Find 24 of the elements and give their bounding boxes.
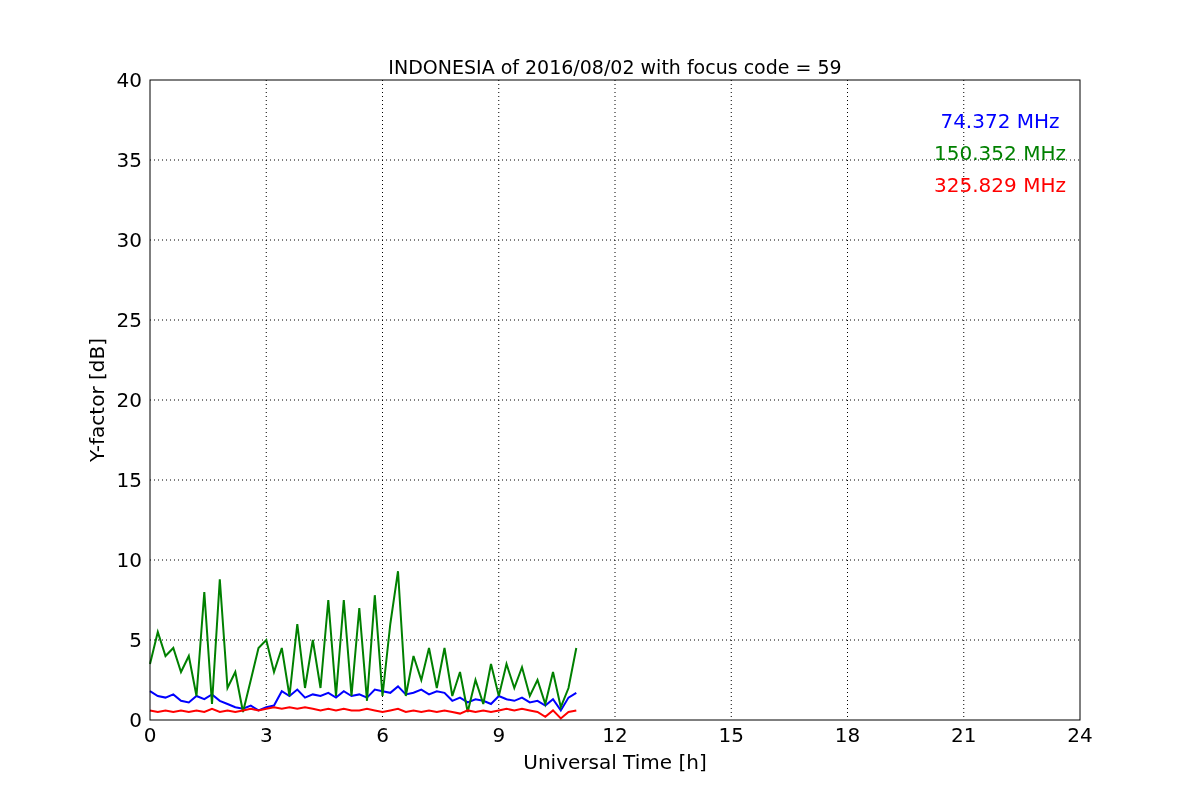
y-tick-label: 25	[116, 308, 142, 332]
y-tick-label: 30	[116, 228, 142, 252]
x-tick-label: 12	[602, 723, 628, 747]
x-tick-label: 9	[492, 723, 506, 747]
legend-label: 150.352 MHz	[934, 141, 1066, 165]
y-tick-label: 5	[129, 628, 142, 652]
x-tick-label: 3	[259, 723, 273, 747]
chart-title: INDONESIA of 2016/08/02 with focus code = 59	[388, 56, 842, 78]
y-tick-label: 40	[116, 68, 142, 92]
x-tick-label: 24	[1067, 723, 1093, 747]
y-tick-label: 15	[116, 468, 142, 492]
legend-label: 325.829 MHz	[934, 173, 1066, 197]
y-tick-label: 35	[116, 148, 142, 172]
y-axis-label: Y-factor [dB]	[85, 338, 109, 462]
x-tick-label: 6	[376, 723, 389, 747]
legend-label: 74.372 MHz	[940, 109, 1060, 133]
x-tick-label: 0	[143, 723, 157, 747]
y-tick-label: 0	[129, 708, 142, 732]
x-tick-label: 21	[951, 723, 977, 747]
x-tick-label: 18	[834, 723, 861, 747]
y-tick-label: 20	[116, 388, 142, 412]
y-tick-label: 10	[116, 548, 142, 572]
x-axis-label: Universal Time [h]	[523, 750, 707, 774]
x-tick-label: 15	[718, 723, 744, 747]
